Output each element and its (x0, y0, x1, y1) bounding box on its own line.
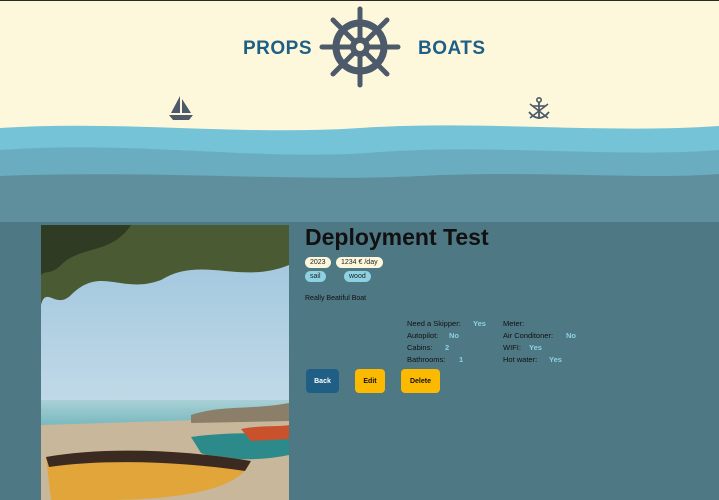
spec-value: 1 (459, 355, 464, 364)
spec-label: Hot water: (503, 355, 538, 364)
tag-badge: sail (305, 271, 326, 282)
spec-label: Need a Skipper: (407, 319, 461, 328)
brand-props[interactable]: PROPS (243, 38, 312, 60)
year-badge: 2023 (305, 257, 331, 268)
delete-button[interactable]: Delete (401, 369, 440, 393)
back-button[interactable]: Back (306, 369, 339, 393)
ship-wheel-icon[interactable] (319, 6, 401, 88)
tag-badge: wood (344, 271, 371, 282)
edit-button[interactable]: Edit (355, 369, 385, 393)
boat-description: Really Beatiful Boat (305, 295, 367, 302)
spec-label: Autopilot: (407, 331, 439, 340)
spec-label: Cabins: (407, 343, 433, 352)
spec-label: WIFI: (503, 343, 521, 352)
price-badge: 1234 € /day (336, 257, 383, 268)
boat-title: Deployment Test (305, 224, 489, 250)
anchor-icon (528, 96, 550, 119)
spec-label: Meter: (503, 319, 525, 328)
spec-value: Yes (473, 319, 486, 328)
sailboat-icon (169, 96, 193, 120)
spec-value: No (566, 331, 576, 340)
brand-boats[interactable]: BOATS (418, 38, 486, 60)
boat-photo (41, 225, 289, 500)
spec-value: Yes (549, 355, 562, 364)
spec-label: Bathrooms: (407, 355, 446, 364)
spec-label: Air Conditoner: (503, 331, 554, 340)
spec-value: 2 (445, 343, 450, 352)
spec-value: No (449, 331, 459, 340)
spec-value: Yes (529, 343, 542, 352)
